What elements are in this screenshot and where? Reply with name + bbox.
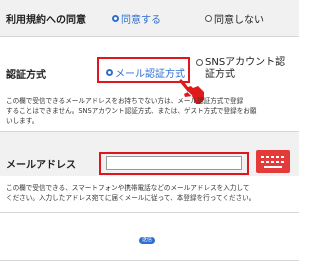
terms-agree-radio[interactable]: 同意する	[112, 11, 161, 26]
email-label: メールアドレス	[6, 160, 76, 171]
radio-unselected-icon	[205, 15, 212, 22]
sns-auth-radio[interactable]: SNSアカウント認 証方式	[196, 57, 285, 81]
email-note-line-2: ください。入力したアドレス宛てに届くメールに従って、本登録を行ってください。	[6, 194, 256, 202]
auth-note-line-2: することはできません。SNSアカウント認証方式、または、ゲスト方式で登録をお願	[6, 107, 257, 115]
terms-disagree-label: 同意しない	[214, 15, 264, 26]
email-note: この欄で受信できる、スマートフォンや携帯電話などのメールアドレスを入力して くだ…	[6, 183, 255, 203]
terms-disagree-radio[interactable]: 同意しない	[205, 11, 264, 26]
divider	[0, 260, 299, 261]
radio-unselected-icon	[196, 59, 203, 66]
email-auth-radio[interactable]: メール認証方式	[106, 65, 185, 80]
auth-note: この欄で受信できるメールアドレスをお持ちでない方は、メール認証方式で登録 するこ…	[6, 96, 256, 126]
terms-label: 利用規約への同意	[6, 15, 86, 26]
terms-agree-label: 同意する	[121, 15, 161, 26]
auth-note-line-1: この欄で受信できるメールアドレスをお持ちでない方は、メール認証方式で登録	[6, 97, 244, 105]
sns-auth-label-2: 証方式	[205, 69, 235, 80]
radio-selected-icon	[112, 15, 119, 22]
email-note-line-1: この欄で受信できる、スマートフォンや携帯電話などのメールアドレスを入力して	[6, 184, 250, 192]
auth-note-line-3: いします。	[6, 117, 39, 125]
divider	[0, 212, 299, 213]
divider	[0, 36, 299, 37]
email-input[interactable]	[106, 156, 242, 170]
radio-selected-icon	[106, 69, 113, 76]
auth-label: 認証方式	[6, 70, 46, 81]
email-auth-label: メール認証方式	[115, 69, 185, 80]
keyboard-icon[interactable]	[256, 150, 290, 173]
submit-button[interactable]: 送信	[139, 237, 155, 244]
sns-auth-label-1: SNSアカウント認	[205, 57, 286, 68]
